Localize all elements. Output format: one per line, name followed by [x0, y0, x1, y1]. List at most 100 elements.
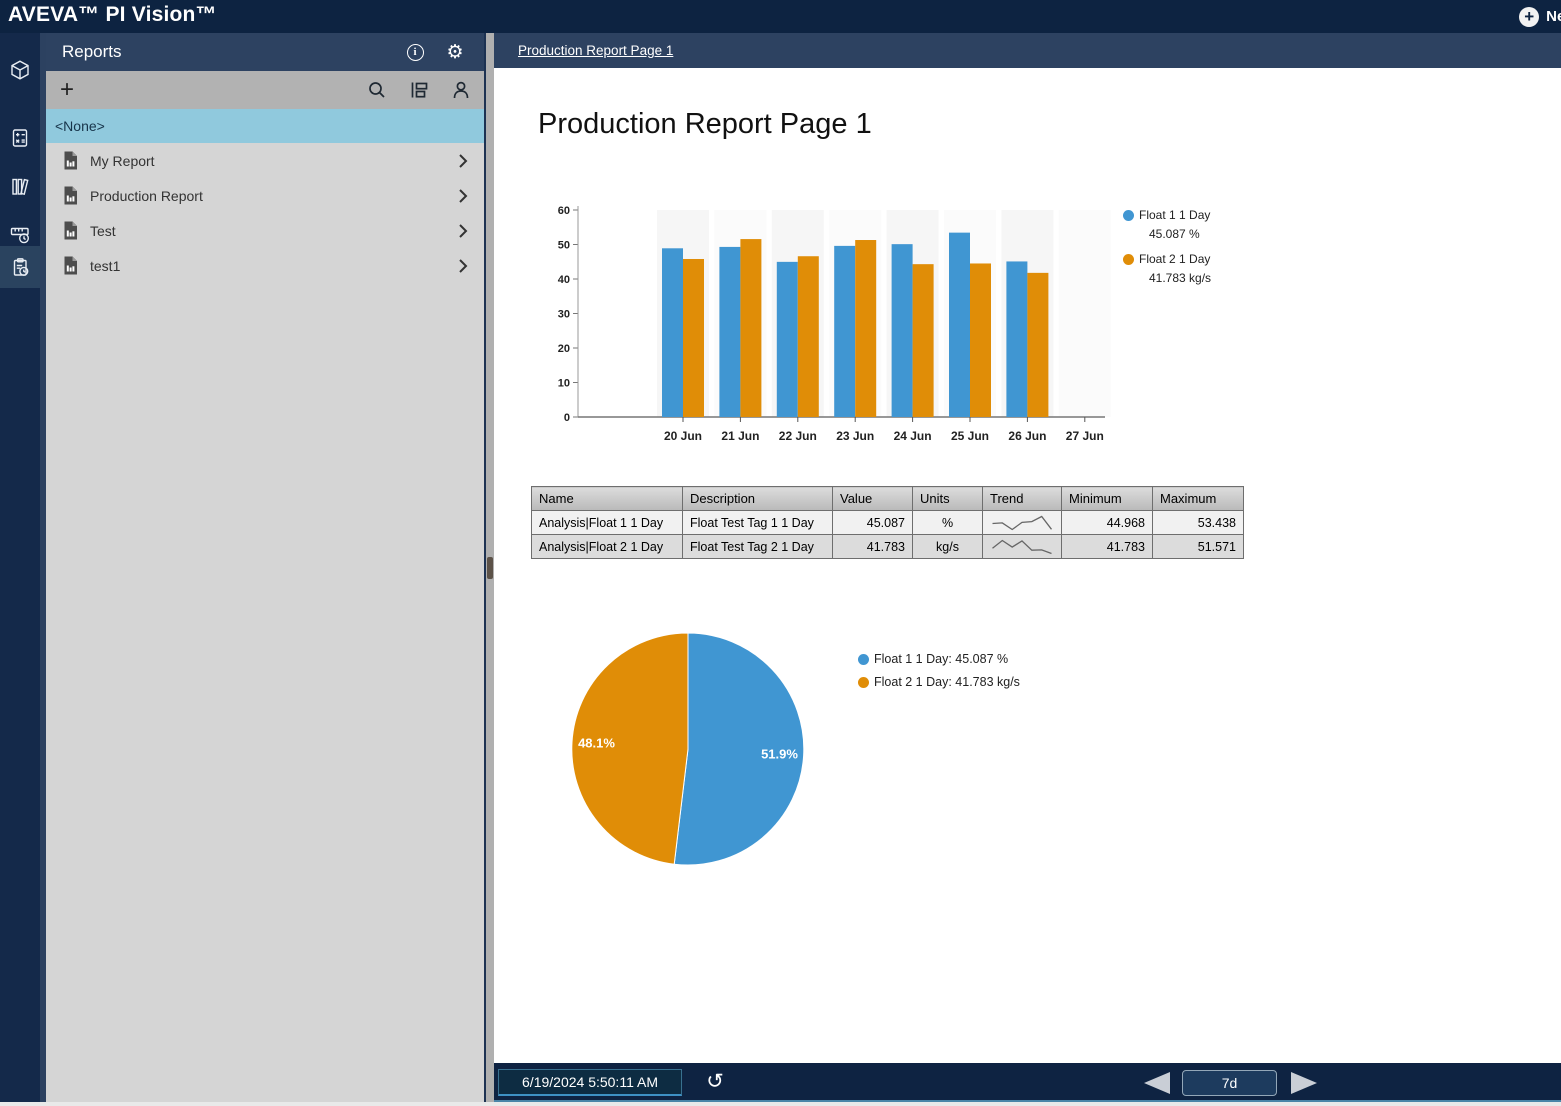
add-report-button[interactable]: + [56, 78, 84, 102]
col-header-trend[interactable]: Trend [983, 487, 1062, 511]
svg-text:27 Jun: 27 Jun [1066, 429, 1104, 443]
chevron-right-icon [458, 188, 468, 204]
search-button[interactable] [364, 77, 390, 103]
splitter-handle[interactable] [487, 557, 493, 579]
cell-value: 41.783 [833, 535, 913, 559]
time-bar: 6/19/2024 5:50:11 AM ↻ 7d [494, 1063, 1561, 1102]
chevron-right-icon [458, 258, 468, 274]
report-document-icon [62, 186, 79, 205]
cell-description: Float Test Tag 1 1 Day [683, 511, 833, 535]
reports-clipboard-clock-icon [9, 256, 31, 278]
svg-text:21 Jun: 21 Jun [721, 429, 759, 443]
search-icon [366, 79, 388, 101]
refresh-icon: ↻ [706, 1069, 724, 1093]
svg-text:20: 20 [558, 343, 570, 355]
svg-text:24 Jun: 24 Jun [894, 429, 932, 443]
info-button[interactable]: i [402, 39, 428, 65]
sidebar-item-assets[interactable] [0, 49, 40, 91]
sidebar-item-calculations[interactable] [0, 117, 40, 159]
col-header-value[interactable]: Value [833, 487, 913, 511]
time-duration-button[interactable]: 7d [1182, 1070, 1277, 1096]
pie-slice1-color-dot [858, 654, 869, 665]
gear-icon: ⚙ [446, 43, 463, 62]
sidebar-item-library[interactable] [0, 165, 40, 207]
info-icon: i [407, 44, 424, 61]
bar-chart-legend: Float 1 1 Day 45.087 % Float 2 1 Day 41.… [1123, 206, 1211, 294]
col-header-description[interactable]: Description [683, 487, 833, 511]
report-item-label: My Report [90, 153, 458, 169]
svg-text:0: 0 [564, 412, 570, 424]
chevron-right-icon [458, 223, 468, 239]
col-header-minimum[interactable]: Minimum [1062, 487, 1153, 511]
col-header-maximum[interactable]: Maximum [1153, 487, 1244, 511]
pie-slice2-color-dot [858, 677, 869, 688]
bar-chart[interactable]: 010203040506020 Jun21 Jun22 Jun23 Jun24 … [540, 198, 1120, 448]
reports-panel: Reports i ⚙ + [40, 33, 484, 1102]
report-list: My Report Production Report [46, 143, 484, 283]
folder-filter-selected[interactable]: <None> [46, 109, 484, 143]
svg-text:20 Jun: 20 Jun [664, 429, 702, 443]
hierarchy-sort-icon [408, 79, 430, 101]
svg-text:51.9%: 51.9% [761, 747, 798, 762]
start-time-input[interactable]: 6/19/2024 5:50:11 AM [498, 1069, 682, 1096]
cell-units: % [913, 511, 983, 535]
report-document-icon [62, 221, 79, 240]
svg-text:48.1%: 48.1% [578, 736, 615, 751]
legend-entry: Float 1 1 Day 45.087 % [1123, 206, 1211, 243]
page-title: Production Report Page 1 [538, 108, 872, 141]
table-row[interactable]: Analysis|Float 2 1 Day Float Test Tag 2 … [532, 535, 1244, 559]
panel-splitter[interactable] [484, 33, 494, 1102]
person-icon [450, 79, 472, 101]
time-step-forward-button[interactable] [1291, 1072, 1317, 1094]
app-root: AVEVA™ PI Vision™ + New [0, 0, 1561, 1106]
col-header-units[interactable]: Units [913, 487, 983, 511]
panel-title: Reports [62, 42, 122, 62]
report-item-test[interactable]: Test [46, 213, 484, 248]
series1-color-dot [1123, 210, 1134, 221]
report-item-production-report[interactable]: Production Report [46, 178, 484, 213]
chevron-right-icon [458, 153, 468, 169]
settings-button[interactable]: ⚙ [442, 39, 468, 65]
report-item-label: Production Report [90, 188, 458, 204]
cell-trend [983, 535, 1062, 559]
report-item-test1[interactable]: test1 [46, 248, 484, 283]
reports-panel-header: Reports i ⚙ [46, 33, 484, 71]
sidebar-item-reports[interactable] [0, 246, 40, 288]
series1-current-value: 45.087 % [1123, 225, 1211, 243]
report-item-label: test1 [90, 258, 458, 274]
new-button-label: New [1546, 8, 1561, 25]
svg-text:60: 60 [558, 205, 570, 217]
table-row[interactable]: Analysis|Float 1 1 Day Float Test Tag 1 … [532, 511, 1244, 535]
svg-text:22 Jun: 22 Jun [779, 429, 817, 443]
new-display-button[interactable]: + New [1509, 2, 1561, 31]
breadcrumb: Production Report Page 1 [494, 33, 1561, 68]
report-item-my-report[interactable]: My Report [46, 143, 484, 178]
svg-text:10: 10 [558, 378, 570, 390]
table-header-row: Name Description Value Units Trend Minim… [532, 487, 1244, 511]
reports-toolbar: + [46, 71, 484, 109]
refresh-button[interactable]: ↻ [700, 1066, 730, 1096]
bottom-edge [0, 1102, 1561, 1106]
legend-entry: Float 2 1 Day 41.783 kg/s [1123, 250, 1211, 287]
col-header-name[interactable]: Name [532, 487, 683, 511]
svg-text:23 Jun: 23 Jun [836, 429, 874, 443]
cell-name: Analysis|Float 2 1 Day [532, 535, 683, 559]
nav-sidebar [0, 33, 40, 1102]
library-books-icon [9, 175, 31, 197]
svg-text:26 Jun: 26 Jun [1008, 429, 1046, 443]
trend-sparkline [990, 538, 1054, 556]
user-filter-button[interactable] [448, 77, 474, 103]
report-document-icon [62, 256, 79, 275]
sort-hierarchy-button[interactable] [406, 77, 432, 103]
cell-value: 45.087 [833, 511, 913, 535]
pie-chart[interactable]: 51.9% 48.1% [556, 630, 886, 870]
trend-sparkline [990, 514, 1054, 532]
breadcrumb-link-current-page[interactable]: Production Report Page 1 [518, 43, 673, 58]
svg-text:25 Jun: 25 Jun [951, 429, 989, 443]
time-step-back-button[interactable] [1144, 1072, 1170, 1094]
series1-name: Float 1 1 Day [1139, 206, 1210, 225]
cell-name: Analysis|Float 1 1 Day [532, 511, 683, 535]
plus-circle-icon: + [1519, 7, 1539, 27]
cell-maximum: 53.438 [1153, 511, 1244, 535]
values-table[interactable]: Name Description Value Units Trend Minim… [531, 486, 1244, 559]
